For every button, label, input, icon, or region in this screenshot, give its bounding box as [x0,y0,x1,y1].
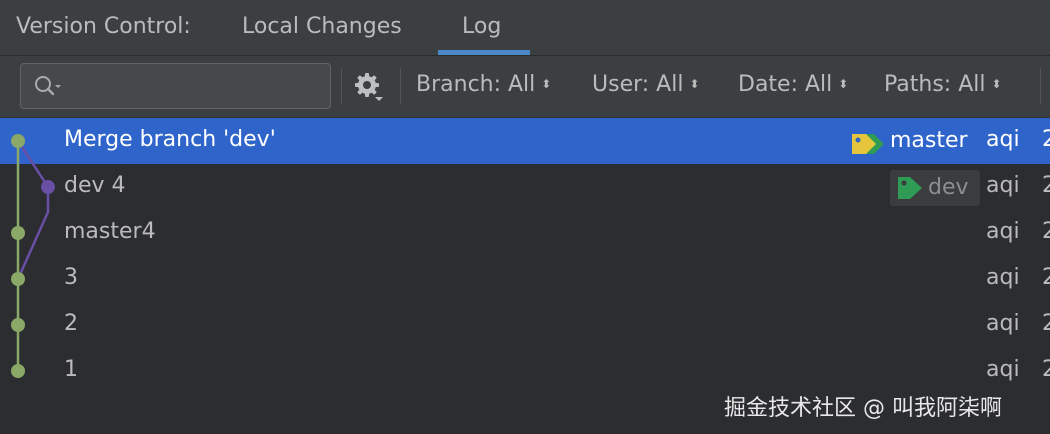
commit-message: dev 4 [64,173,126,198]
commit-row[interactable]: 2 aqi 2 [0,302,1050,348]
tab-log[interactable]: Log [462,14,501,39]
tag-icon [898,177,922,199]
commit-list: Merge branch 'dev' aqi 2 dev 4 aqi 2 mas… [0,118,1050,434]
ref-label: master [890,128,968,153]
commit-message: 3 [64,265,78,290]
filter-paths[interactable]: Paths: All ⬍ [884,72,1002,97]
ref-dev: dev [890,170,980,206]
toolbar-separator [341,68,342,104]
ref-label: dev [928,175,969,200]
watermark-text: 掘金技术社区 @ 叫我阿柒啊 [724,396,1002,421]
commit-row[interactable]: 1 aqi 2 [0,348,1050,394]
toolbar-separator [1040,68,1041,104]
commit-date: 2 [1042,219,1050,244]
commit-date: 2 [1042,173,1050,198]
commit-row[interactable]: master4 aqi 2 [0,210,1050,256]
commit-date: 2 [1042,127,1050,152]
commit-message: Merge branch 'dev' [64,127,276,152]
commit-message: master4 [64,219,156,244]
search-input[interactable] [20,63,331,109]
commit-message: 2 [64,311,78,336]
commit-date: 2 [1042,311,1050,336]
commit-author: aqi [986,265,1020,290]
commit-author: aqi [986,311,1020,336]
commit-author: aqi [986,357,1020,382]
filter-user[interactable]: User: All ⬍ [592,72,700,97]
sort-arrows-icon: ⬍ [541,77,551,91]
sort-arrows-icon: ⬍ [838,77,848,91]
toolbar-separator [400,68,401,104]
commit-message: 1 [64,357,78,382]
active-tab-indicator [438,50,530,55]
commit-author: aqi [986,127,1020,152]
gear-icon[interactable] [353,71,385,103]
commit-author: aqi [986,219,1020,244]
search-icon[interactable] [33,74,63,98]
commit-date: 2 [1042,265,1050,290]
commit-row[interactable]: 3 aqi 2 [0,256,1050,302]
sort-arrows-icon: ⬍ [689,77,699,91]
tab-bar: Version Control: Local Changes Log [0,0,1050,56]
filter-branch[interactable]: Branch: All ⬍ [416,72,551,97]
sort-arrows-icon: ⬍ [991,77,1001,91]
tab-local-changes[interactable]: Local Changes [242,14,402,39]
log-toolbar: Branch: All ⬍ User: All ⬍ Date: All ⬍ Paths… [0,56,1050,118]
tag-icon [852,134,884,154]
filter-date[interactable]: Date: All ⬍ [738,72,848,97]
commit-author: aqi [986,173,1020,198]
commit-date: 2 [1042,357,1050,382]
tool-window-title: Version Control: [16,14,191,39]
